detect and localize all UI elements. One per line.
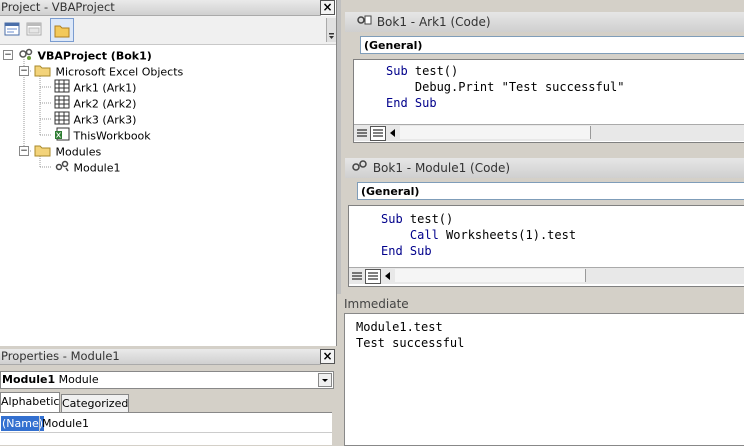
scroll-left-icon[interactable] bbox=[388, 127, 398, 139]
properties-panel: Properties - Module1 × Module1 Module Al… bbox=[0, 347, 336, 445]
code-window-module1-title-text: Bok1 - Module1 (Code) bbox=[372, 161, 511, 175]
properties-grid: (Name) Module1 bbox=[0, 412, 332, 445]
code-keyword: Call bbox=[381, 228, 439, 242]
tree-label-sheet-2: Ark2 (Ark2) bbox=[73, 97, 137, 111]
project-toolbar bbox=[0, 16, 336, 45]
code-pane-ark1[interactable]: Sub test() Debug.Print "Test successful"… bbox=[353, 59, 744, 143]
property-name: (Name) bbox=[1, 416, 45, 431]
collapse-modules-toggle[interactable]: − bbox=[19, 146, 29, 156]
object-combo-ark1[interactable]: (General) bbox=[360, 36, 744, 54]
tree-item-sheet[interactable]: Ark1 (Ark1) bbox=[54, 79, 136, 95]
immediate-line: Test successful bbox=[356, 336, 465, 350]
module-code-icon bbox=[351, 159, 369, 179]
full-module-view-icon[interactable] bbox=[370, 126, 386, 141]
code-line: Debug.Print "Test successful" bbox=[386, 79, 625, 95]
properties-object-select[interactable]: Module1 Module bbox=[0, 371, 334, 389]
tree-item-modules[interactable]: Modules bbox=[34, 143, 101, 159]
open-folder-icon bbox=[34, 143, 52, 162]
properties-panel-title-text: Properties - Module1 bbox=[1, 349, 120, 363]
code-window-module1-title: Bok1 - Module1 (Code) bbox=[345, 158, 744, 178]
immediate-window: Immediate Module1.test Test successful bbox=[341, 294, 744, 446]
code-line: End Sub bbox=[386, 95, 437, 111]
collapse-root-toggle[interactable]: − bbox=[3, 50, 13, 60]
module-icon bbox=[54, 159, 70, 178]
tab-alphabetic[interactable]: Alphabetic bbox=[0, 392, 60, 412]
code-window-ark1: Bok1 - Ark1 (Code) (General) Sub test() … bbox=[345, 6, 744, 146]
tree-label-excel-objects: Microsoft Excel Objects bbox=[55, 65, 184, 79]
project-tree: − VBAProject (Bok1) − Microsoft Excel Ob… bbox=[0, 46, 336, 346]
tree-item-sheet[interactable]: Ark3 (Ark3) bbox=[54, 111, 136, 127]
code-text: test() bbox=[407, 64, 459, 78]
code-window-module1: Bok1 - Module1 (Code) (General) Sub test… bbox=[345, 152, 744, 287]
tree-item-thisworkbook[interactable]: ThisWorkbook bbox=[54, 127, 151, 143]
code-keyword: End Sub bbox=[386, 96, 437, 110]
properties-object-type: Module bbox=[58, 373, 99, 386]
code-text: test() bbox=[402, 212, 454, 226]
properties-panel-close-button[interactable]: × bbox=[320, 349, 335, 364]
tab-categorized-label: Categorized bbox=[62, 397, 129, 410]
project-panel-close-button[interactable]: × bbox=[320, 0, 335, 15]
tree-item-excel-objects[interactable]: Microsoft Excel Objects bbox=[34, 63, 183, 79]
code-hscroll-module1[interactable] bbox=[349, 267, 744, 284]
code-line: End Sub bbox=[381, 243, 432, 259]
folder-icon[interactable] bbox=[50, 18, 74, 42]
code-text: Debug.Print "Test successful" bbox=[386, 80, 625, 94]
property-value[interactable]: Module1 bbox=[42, 416, 89, 431]
project-scroll-button[interactable] bbox=[326, 18, 336, 42]
code-text: Worksheets(1).test bbox=[438, 228, 577, 242]
tree-label-sheet-3: Ark3 (Ark3) bbox=[73, 113, 137, 127]
code-keyword: Sub bbox=[381, 212, 403, 226]
tree-item-vbaproject[interactable]: VBAProject (Bok1) bbox=[18, 47, 152, 63]
tab-alphabetic-label: Alphabetic bbox=[1, 395, 60, 408]
project-panel-title-text: Project - VBAProject bbox=[1, 0, 115, 14]
code-window-icon bbox=[355, 13, 373, 33]
tree-label-thisworkbook: ThisWorkbook bbox=[73, 129, 151, 143]
property-row[interactable]: (Name) Module1 bbox=[0, 416, 332, 433]
open-folder-icon bbox=[34, 63, 52, 82]
tab-categorized[interactable]: Categorized bbox=[61, 394, 129, 412]
collapse-excel-objects-toggle[interactable]: − bbox=[19, 66, 29, 76]
tree-item-module1[interactable]: Module1 bbox=[54, 159, 121, 175]
code-keyword: End Sub bbox=[381, 244, 432, 258]
code-keyword: Sub bbox=[386, 64, 408, 78]
code-hscroll-ark1[interactable] bbox=[354, 124, 744, 141]
properties-object-name: Module1 bbox=[2, 373, 56, 386]
code-line: Sub test() bbox=[386, 63, 458, 79]
tree-item-sheet[interactable]: Ark2 (Ark2) bbox=[54, 95, 136, 111]
project-panel: Project - VBAProject × − VBAProject (Bok… bbox=[0, 0, 337, 346]
scroll-left-icon[interactable] bbox=[383, 270, 393, 282]
object-combo-ark1-value: (General) bbox=[364, 39, 423, 52]
immediate-title: Immediate bbox=[344, 296, 409, 312]
immediate-line: Module1.test bbox=[356, 320, 443, 334]
properties-panel-title: Properties - Module1 bbox=[0, 349, 321, 365]
vbaproject-icon bbox=[18, 47, 34, 66]
code-line: Call Worksheets(1).test bbox=[381, 227, 576, 243]
full-module-view-icon[interactable] bbox=[365, 269, 381, 284]
tree-label-sheet-1: Ark1 (Ark1) bbox=[73, 81, 137, 95]
code-window-ark1-title-text: Bok1 - Ark1 (Code) bbox=[376, 15, 491, 29]
code-window-ark1-title: Bok1 - Ark1 (Code) bbox=[345, 12, 744, 32]
procedure-view-icon[interactable] bbox=[351, 270, 363, 282]
view-code-icon[interactable] bbox=[4, 22, 20, 36]
view-object-icon[interactable] bbox=[26, 22, 42, 36]
tree-label-root: VBAProject (Bok1) bbox=[37, 49, 152, 63]
project-panel-title: Project - VBAProject bbox=[0, 0, 321, 16]
tree-label-module1: Module1 bbox=[73, 161, 121, 175]
object-combo-module1[interactable]: (General) bbox=[357, 182, 744, 200]
chevron-down-icon[interactable] bbox=[318, 373, 332, 387]
code-line: Sub test() bbox=[381, 211, 453, 227]
immediate-title-text: Immediate bbox=[344, 297, 409, 311]
procedure-view-icon[interactable] bbox=[356, 127, 368, 139]
tree-label-modules: Modules bbox=[55, 145, 102, 159]
immediate-pane[interactable]: Module1.test Test successful bbox=[344, 313, 744, 446]
object-combo-module1-value: (General) bbox=[361, 185, 420, 198]
code-pane-module1[interactable]: Sub test() Call Worksheets(1).test End S… bbox=[348, 205, 744, 287]
